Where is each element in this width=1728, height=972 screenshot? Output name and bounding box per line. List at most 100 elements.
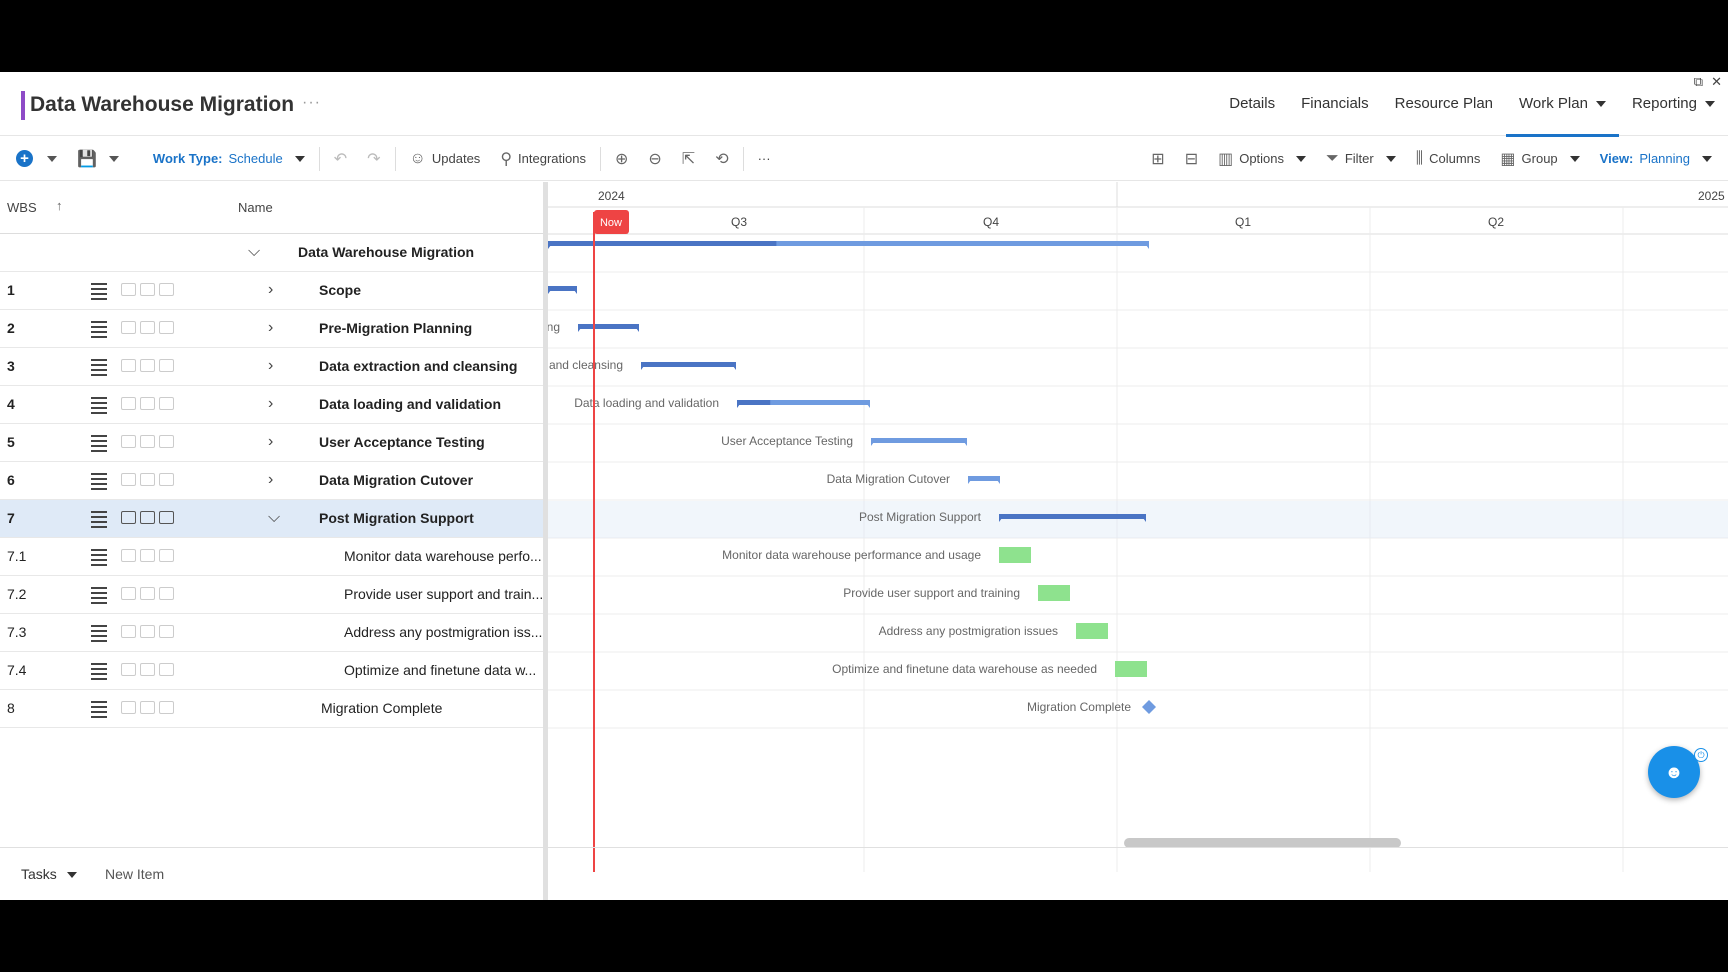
row-menu-icon[interactable]	[91, 280, 107, 303]
more-button[interactable]: ···	[748, 143, 781, 175]
board-icon[interactable]	[159, 511, 174, 524]
filter-dropdown[interactable]: ⏷ Filter	[1316, 143, 1406, 175]
board-icon[interactable]	[159, 321, 174, 334]
board-icon[interactable]	[159, 473, 174, 486]
table-row[interactable]: 8 Migration Complete	[0, 690, 543, 728]
comment-icon[interactable]	[140, 701, 155, 714]
chevron-down-icon[interactable]	[47, 155, 57, 162]
comment-icon[interactable]	[140, 283, 155, 296]
comment-icon[interactable]	[140, 663, 155, 676]
save-button[interactable]: 💾	[67, 143, 129, 175]
chevron-right-icon[interactable]: ›	[268, 471, 273, 489]
board-icon[interactable]	[159, 701, 174, 714]
table-row[interactable]: 7.2 Provide user support and train...	[0, 576, 543, 614]
task-name[interactable]: Post Migration Support	[319, 510, 474, 526]
updates-button[interactable]: ☺ Updates	[400, 143, 491, 175]
board-icon[interactable]	[159, 587, 174, 600]
nav-item-financials[interactable]: Financials	[1288, 72, 1382, 136]
table-row[interactable]: 5 › User Acceptance Testing	[0, 424, 543, 462]
board-icon[interactable]	[159, 397, 174, 410]
task-name[interactable]: Scope	[319, 282, 361, 298]
nav-item-details[interactable]: Details	[1216, 72, 1288, 136]
note-icon[interactable]	[121, 511, 136, 524]
row-menu-icon[interactable]	[91, 356, 107, 379]
note-icon[interactable]	[121, 359, 136, 372]
task-name[interactable]: Address any postmigration iss...	[344, 624, 542, 640]
note-icon[interactable]	[121, 549, 136, 562]
work-type-dropdown[interactable]: Work Type: Schedule	[143, 143, 315, 175]
note-icon[interactable]	[121, 397, 136, 410]
nav-item-work-plan[interactable]: Work Plan	[1506, 72, 1619, 137]
table-row[interactable]: 1 › Scope	[0, 272, 543, 310]
comment-icon[interactable]	[140, 397, 155, 410]
task-name[interactable]: Monitor data warehouse perfo...	[344, 548, 542, 564]
task-name[interactable]: Data Migration Cutover	[319, 472, 473, 488]
comment-icon[interactable]	[140, 473, 155, 486]
columns-button[interactable]: ⫼ Columns	[1406, 143, 1491, 175]
undo-button[interactable]: ↶	[324, 143, 357, 175]
note-icon[interactable]	[121, 587, 136, 600]
note-icon[interactable]	[121, 321, 136, 334]
column-header-wbs[interactable]: WBS	[7, 200, 37, 215]
row-menu-icon[interactable]	[91, 660, 107, 683]
row-menu-icon[interactable]	[91, 432, 107, 455]
task-name[interactable]: User Acceptance Testing	[319, 434, 485, 450]
zoom-in-button[interactable]: ⊕	[605, 143, 638, 175]
task-name[interactable]: Optimize and finetune data w...	[344, 662, 536, 678]
row-menu-icon[interactable]	[91, 622, 107, 645]
board-icon[interactable]	[159, 359, 174, 372]
add-button[interactable]: +	[0, 143, 67, 175]
table-row[interactable]: 6 › Data Migration Cutover	[0, 462, 543, 500]
board-icon[interactable]	[159, 663, 174, 676]
note-icon[interactable]	[121, 473, 136, 486]
task-name[interactable]: Pre-Migration Planning	[319, 320, 472, 336]
note-icon[interactable]	[121, 435, 136, 448]
note-icon[interactable]	[121, 701, 136, 714]
board-icon[interactable]	[159, 283, 174, 296]
new-item-input[interactable]: New Item	[105, 866, 164, 882]
chevron-right-icon[interactable]: ›	[268, 281, 273, 299]
zoom-out-button[interactable]: ⊖	[638, 143, 671, 175]
integrations-button[interactable]: ⚲ Integrations	[490, 143, 596, 175]
task-name[interactable]: Data loading and validation	[319, 396, 501, 412]
table-row[interactable]: 3 › Data extraction and cleansing	[0, 348, 543, 386]
chevron-right-icon[interactable]: ›	[268, 433, 273, 451]
row-menu-icon[interactable]	[91, 546, 107, 569]
fit-button[interactable]: ⟲	[705, 143, 738, 175]
assistant-button[interactable]: ☻	[1648, 746, 1700, 798]
options-dropdown[interactable]: ▥ Options	[1208, 143, 1316, 175]
comment-icon[interactable]	[140, 435, 155, 448]
nav-item-resource-plan[interactable]: Resource Plan	[1382, 72, 1506, 136]
group-dropdown[interactable]: ▦ Group	[1490, 143, 1589, 175]
expand-all-button[interactable]: ⊞	[1141, 143, 1174, 175]
tasks-dropdown[interactable]: Tasks	[21, 866, 77, 882]
sort-up-icon[interactable]: ↑	[56, 198, 63, 213]
table-row[interactable]: ⌵ Data Warehouse Migration	[0, 234, 543, 272]
table-row[interactable]: 7.4 Optimize and finetune data w...	[0, 652, 543, 690]
collapse-all-button[interactable]: ⊟	[1175, 143, 1208, 175]
table-row[interactable]: 7 ⌵ Post Migration Support	[0, 500, 543, 538]
table-row[interactable]: 4 › Data loading and validation	[0, 386, 543, 424]
table-row[interactable]: 7.3 Address any postmigration iss...	[0, 614, 543, 652]
chevron-right-icon[interactable]: ›	[268, 357, 273, 375]
chevron-right-icon[interactable]: ›	[268, 395, 273, 413]
view-dropdown[interactable]: View: Planning	[1590, 143, 1728, 175]
export-button[interactable]: ⇱	[672, 143, 705, 175]
chevron-down-icon[interactable]	[108, 155, 119, 162]
task-name[interactable]: Migration Complete	[321, 700, 442, 716]
task-name[interactable]: Provide user support and train...	[344, 586, 543, 602]
note-icon[interactable]	[121, 283, 136, 296]
chevron-down-icon[interactable]: ⌵	[268, 509, 280, 527]
note-icon[interactable]	[121, 663, 136, 676]
row-menu-icon[interactable]	[91, 394, 107, 417]
note-icon[interactable]	[121, 625, 136, 638]
comment-icon[interactable]	[140, 625, 155, 638]
row-menu-icon[interactable]	[91, 508, 107, 531]
table-row[interactable]: 2 › Pre-Migration Planning	[0, 310, 543, 348]
row-menu-icon[interactable]	[91, 698, 107, 721]
nav-item-reporting[interactable]: Reporting	[1619, 72, 1728, 136]
task-name[interactable]: Data Warehouse Migration	[298, 244, 474, 260]
chevron-down-icon[interactable]: ⌵	[248, 243, 260, 261]
column-header-name[interactable]: Name	[238, 200, 273, 215]
power-icon[interactable]: ⏻	[1694, 748, 1708, 762]
